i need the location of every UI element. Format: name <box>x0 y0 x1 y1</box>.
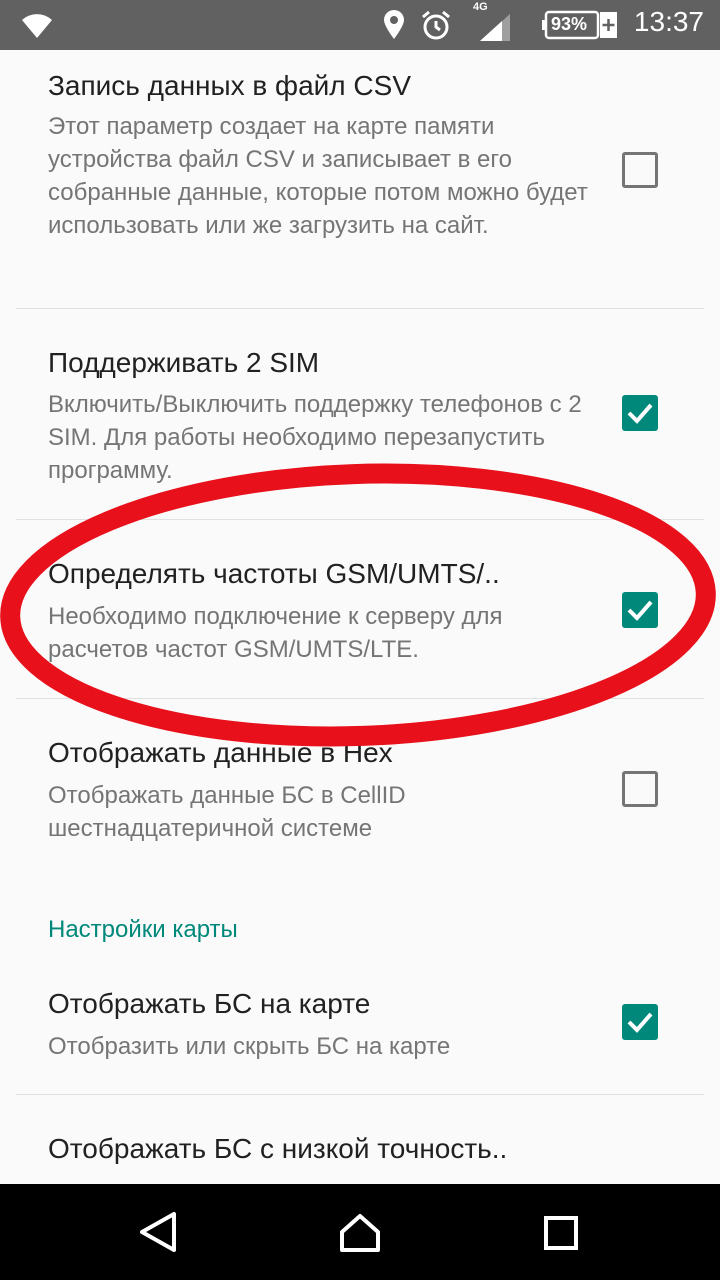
show-bs-checkbox[interactable] <box>622 1004 658 1040</box>
pref-title: Запись данных в файл CSV <box>48 70 411 101</box>
back-icon[interactable] <box>120 1202 200 1262</box>
pref-summary: Этот параметр создает на карте памяти ус… <box>48 113 588 239</box>
signal-icon <box>480 14 510 41</box>
pref-show-low-accuracy-bs[interactable]: Отображать БС с низкой точность.. <box>0 1095 720 1184</box>
recents-icon[interactable] <box>520 1202 600 1262</box>
pref-csv-logging[interactable]: Запись данных в файл CSV Этот параметр с… <box>0 50 720 308</box>
pref-summary: Включить/Выключить поддержку телефонов с… <box>48 391 582 484</box>
alarm-icon <box>422 10 450 40</box>
pref-summary: Отображать данные БС в CellID шестнадцат… <box>48 782 406 842</box>
checkmark-icon <box>627 403 653 424</box>
pref-detect-frequencies[interactable]: Определять частоты GSM/UMTS/.. Необходим… <box>0 520 720 698</box>
pref-summary: Отобразить или скрыть БС на карте <box>48 1033 451 1060</box>
pref-title: Определять частоты GSM/UMTS/.. <box>48 558 500 589</box>
pref-summary: Необходимо подключение к серверу для рас… <box>48 603 503 663</box>
category-map-settings: Настройки карты <box>48 916 238 943</box>
pref-dual-sim[interactable]: Поддерживать 2 SIM Включить/Выключить по… <box>0 309 720 519</box>
pref-hex-display[interactable]: Отображать данные в Hex Отображать данны… <box>0 699 720 879</box>
checkmark-icon <box>627 600 653 621</box>
pref-show-bs-on-map[interactable]: Отображать БС на карте Отобразить или ск… <box>0 960 720 1094</box>
navigation-bar <box>0 1184 720 1280</box>
frequencies-checkbox[interactable] <box>622 592 658 628</box>
pref-title: Отображать БС на карте <box>48 988 371 1019</box>
pref-title: Отображать БС с низкой точность.. <box>48 1133 508 1164</box>
home-icon[interactable] <box>320 1202 400 1262</box>
csv-checkbox[interactable] <box>622 152 658 188</box>
pref-title: Поддерживать 2 SIM <box>48 347 320 378</box>
status-bar: 4G 93% 13:37 <box>0 0 720 50</box>
location-icon <box>384 10 404 39</box>
wifi-icon <box>22 14 52 38</box>
dual-sim-checkbox[interactable] <box>622 395 658 431</box>
pref-title: Отображать данные в Hex <box>48 737 393 768</box>
clock: 13:37 <box>633 6 704 37</box>
settings-list: Запись данных в файл CSV Этот параметр с… <box>0 50 720 1184</box>
battery-percent: 93% <box>551 14 588 34</box>
checkmark-icon <box>627 1012 653 1033</box>
hex-checkbox[interactable] <box>622 771 658 807</box>
